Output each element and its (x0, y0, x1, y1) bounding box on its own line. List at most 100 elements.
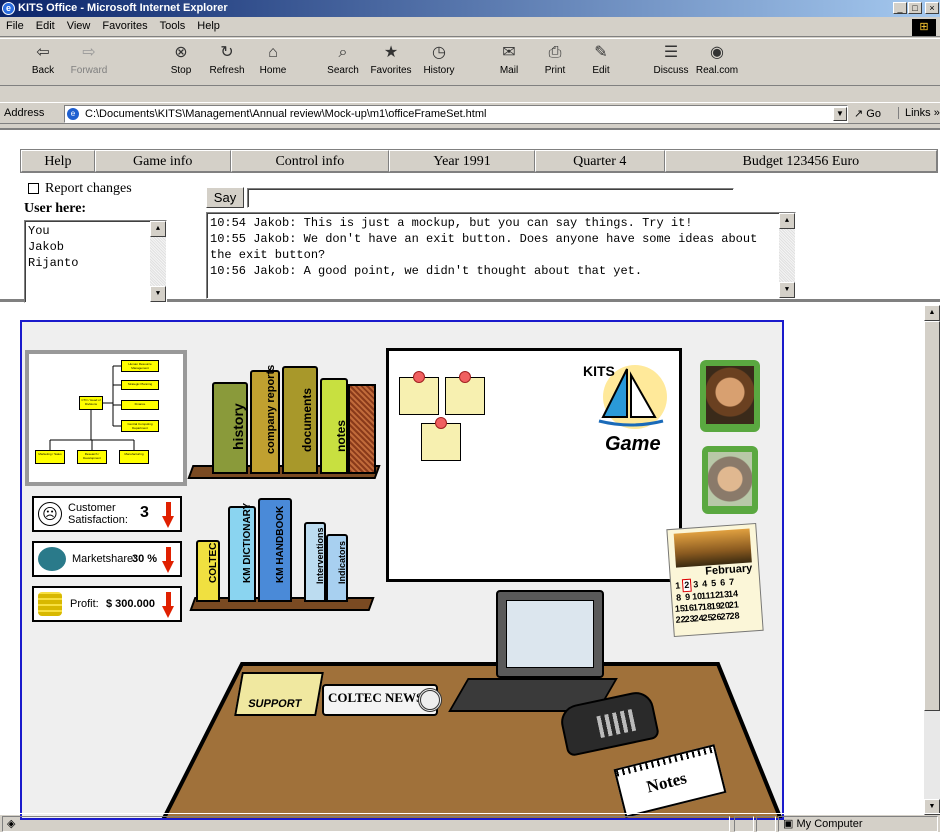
calendar-day[interactable]: 28 (729, 610, 740, 622)
book-km-handbook[interactable]: KM HANDBOOK (258, 498, 292, 602)
scroll-down-button[interactable]: ▼ (779, 282, 795, 298)
menu-tools[interactable]: Tools (154, 17, 192, 35)
print-button[interactable]: ⎙ Print (532, 41, 578, 85)
nav-game-info[interactable]: Game info (94, 150, 231, 172)
menu-file[interactable]: File (0, 17, 30, 35)
status-message: ◈ (2, 816, 730, 832)
nav-year: Year 1991 (389, 150, 535, 172)
chat-log[interactable]: 10:54 Jakob: This is just a mockup, but … (206, 212, 796, 299)
laptop-screen[interactable] (506, 600, 594, 668)
org-chart[interactable]: CTO / Head of Divisions Human Resource M… (25, 350, 187, 486)
book-interventions[interactable]: Interventions (304, 522, 326, 602)
menu-favorites[interactable]: Favorites (96, 17, 153, 35)
person-photo (708, 452, 752, 506)
mail-button[interactable]: ✉ Mail (486, 41, 532, 85)
back-button[interactable]: ⇦ Back (20, 41, 66, 85)
toolbar-label: Print (544, 65, 566, 76)
nav-quarter: Quarter 4 (534, 150, 665, 172)
book-km-dictionary[interactable]: KM DICTIONARY (228, 503, 256, 602)
book-coltec[interactable]: COLTEC (196, 540, 220, 602)
ie-logo-icon: e (2, 2, 15, 15)
toolbar-label: Back (31, 65, 55, 76)
report-changes-checkbox[interactable] (28, 183, 39, 195)
page-content: Help Game info Control info Year 1991 Qu… (0, 128, 940, 820)
customer-satisfaction-indicator[interactable]: ☹ Customer Satisfaction: 3 (32, 496, 182, 532)
chat-scrollbar[interactable]: ▲ ▼ (779, 213, 795, 298)
book-company-reports[interactable]: company reports (250, 365, 280, 474)
stop-button[interactable]: ⊗ Stop (158, 41, 204, 85)
scroll-thumb[interactable] (924, 321, 940, 711)
favorites-icon: ★ (383, 44, 399, 61)
coltec-newspaper[interactable]: COLTEC NEWS (322, 684, 442, 716)
menu-edit[interactable]: Edit (30, 17, 61, 35)
calendar[interactable]: February 1 2 3 4 5 6 7 8 91011121314 151617181920… (666, 522, 764, 638)
favorites-button[interactable]: ★ Favorites (368, 41, 414, 85)
calendar-day[interactable]: 21 (728, 599, 739, 611)
nav-control-info[interactable]: Control info (230, 150, 390, 172)
user-item[interactable]: Rijanto (28, 255, 163, 271)
user-item[interactable]: Jakob (28, 239, 163, 255)
book-notes[interactable]: notes (320, 378, 348, 474)
links-button[interactable]: Links » (898, 107, 940, 119)
scroll-up-button[interactable]: ▲ (924, 305, 940, 321)
users-list[interactable]: You Jakob Rijanto ▲ ▼ (24, 220, 167, 303)
office-frame: CTO / Head of Divisions Human Resource M… (0, 305, 940, 820)
toolbar-label: Discuss (653, 65, 689, 76)
edit-button[interactable]: ✎ Edit (578, 41, 624, 85)
book-history[interactable]: history (212, 382, 248, 474)
menu-view[interactable]: View (61, 17, 97, 35)
portrait-rijanto[interactable] (702, 446, 758, 514)
close-button[interactable]: × (925, 2, 939, 14)
address-dropdown-button[interactable]: ▼ (833, 107, 847, 121)
office-scene: CTO / Head of Divisions Human Resource M… (20, 320, 784, 820)
scroll-up-button[interactable]: ▲ (779, 213, 795, 229)
standard-toolbar: ⇦ Back ⇨ Forward ⊗ Stop ↻ Refresh ⌂ Home ⌕ Search ★ F… (0, 38, 940, 86)
user-item[interactable]: You (28, 223, 163, 239)
refresh-button[interactable]: ↻ Refresh (204, 41, 250, 85)
scroll-down-button[interactable]: ▼ (150, 286, 166, 302)
toolbar-label: Refresh (209, 65, 245, 76)
real-com-button[interactable]: ◉ Real.com (694, 41, 740, 85)
portrait-jakob[interactable] (700, 360, 760, 432)
pin-icon (435, 417, 447, 429)
forward-arrow-icon: ⇨ (82, 44, 96, 61)
page-scrollbar[interactable]: ▲ ▼ (924, 305, 940, 815)
calendar-day[interactable]: 14 (728, 588, 739, 601)
say-input[interactable] (247, 188, 734, 208)
book-history-label: history (230, 403, 246, 450)
address-input[interactable]: C:\Documents\KITS\Management\Annual revi… (64, 105, 848, 123)
say-button[interactable]: Say (206, 187, 244, 208)
page-icon: e (67, 108, 79, 120)
realcom-icon: ◉ (710, 44, 724, 61)
home-icon: ⌂ (268, 44, 278, 61)
search-button[interactable]: ⌕ Search (320, 41, 366, 85)
profit-indicator[interactable]: Profit: $ 300.000 (32, 586, 182, 622)
calendar-day[interactable]: 7 (727, 577, 737, 589)
toolbar-label: Forward (70, 65, 108, 76)
book-patterned[interactable] (348, 384, 376, 474)
chat-message: 10:54 Jakob: This is just a mockup, but … (210, 216, 693, 230)
book-indicators[interactable]: Indicators (326, 534, 348, 602)
marketshare-indicator[interactable]: Marketshare: 30 % (32, 541, 182, 577)
go-button[interactable]: ↗ Go (854, 107, 881, 120)
game-nav-bar: Help Game info Control info Year 1991 Qu… (20, 149, 938, 173)
nav-help[interactable]: Help (21, 150, 95, 172)
home-button[interactable]: ⌂ Home (250, 41, 296, 85)
support-manual[interactable]: SUPPORT (234, 672, 324, 716)
discuss-button[interactable]: ☰ Discuss (648, 41, 694, 85)
report-changes-row: Report changes (28, 181, 132, 197)
person-photo (706, 366, 754, 424)
back-arrow-icon: ⇦ (36, 44, 50, 61)
maximize-button[interactable]: □ (908, 2, 922, 14)
toolbar-label: Stop (170, 65, 192, 76)
book-documents[interactable]: documents (282, 366, 318, 474)
laptop[interactable] (496, 590, 604, 678)
whiteboard[interactable]: KITS Game (386, 348, 682, 582)
menu-help[interactable]: Help (191, 17, 226, 35)
history-button[interactable]: ◷ History (416, 41, 462, 85)
minimize-button[interactable]: _ (893, 2, 907, 14)
scroll-up-button[interactable]: ▲ (150, 221, 166, 237)
links-label: Links (905, 107, 931, 119)
users-scrollbar[interactable]: ▲ ▼ (150, 221, 166, 302)
title-bar: KITS Office - Microsoft Internet Explore… (0, 0, 940, 17)
